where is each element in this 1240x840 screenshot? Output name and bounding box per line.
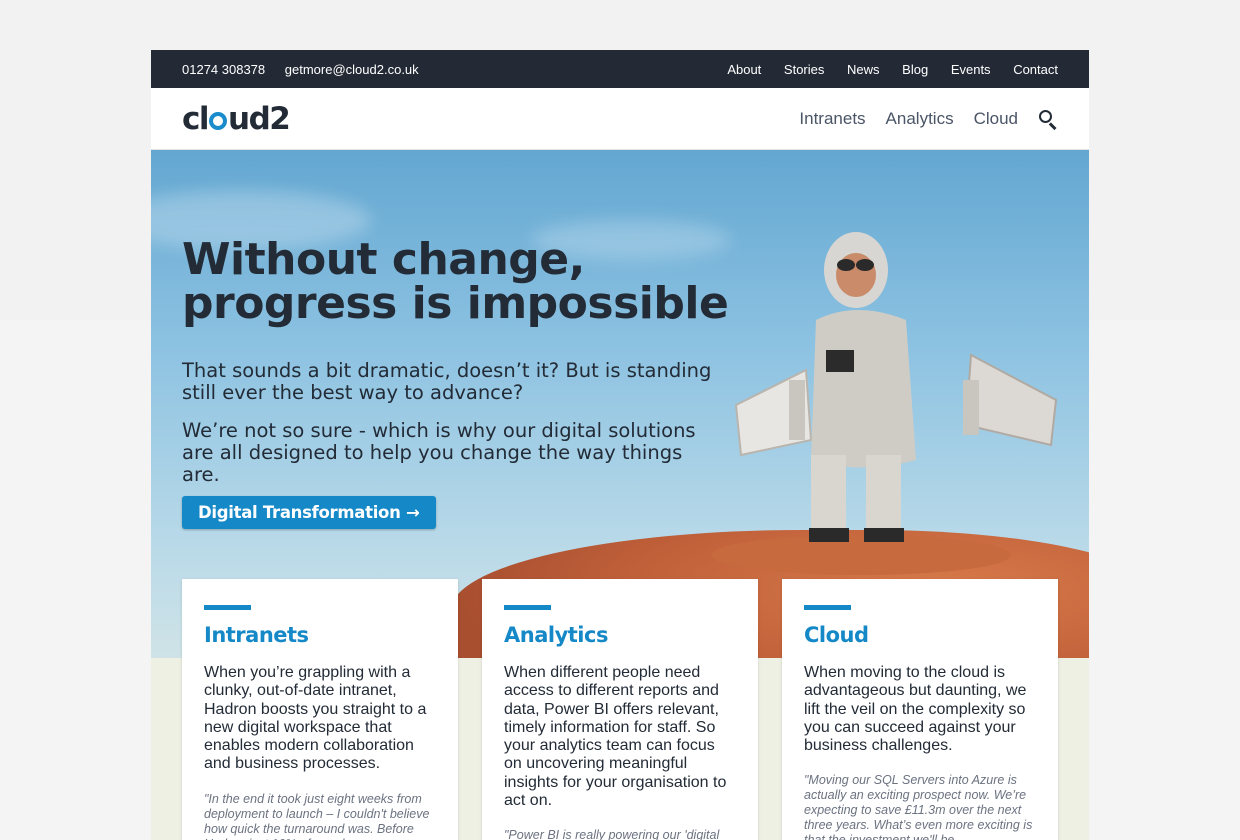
contact-info: 01274 308378 getmore@cloud2.co.uk bbox=[182, 62, 435, 77]
nav-analytics[interactable]: Analytics bbox=[886, 109, 954, 129]
hero-lead-2: We’re not so sure - which is why our dig… bbox=[182, 419, 696, 486]
hero-headline: Without change, progress is impossible bbox=[182, 238, 729, 329]
nav-stories[interactable]: Stories bbox=[784, 62, 824, 77]
website: 01274 308378 getmore@cloud2.co.uk About … bbox=[151, 50, 1089, 840]
main-nav: Intranets Analytics Cloud bbox=[779, 109, 1058, 130]
email-link[interactable]: getmore@cloud2.co.uk bbox=[285, 62, 419, 77]
search-icon[interactable] bbox=[1038, 109, 1058, 130]
search-icon-handle bbox=[1049, 121, 1057, 130]
search-icon-lens bbox=[1039, 109, 1052, 123]
card-cloud[interactable]: Cloud When moving to the cloud is advant… bbox=[782, 579, 1058, 840]
headline-line-2: progress is impossible bbox=[182, 278, 729, 329]
card-quote: "Power BI is really powering our 'digita… bbox=[504, 828, 720, 840]
phone-link[interactable]: 01274 308378 bbox=[182, 62, 265, 77]
card-title[interactable]: Analytics bbox=[504, 623, 736, 647]
nav-events[interactable]: Events bbox=[951, 62, 991, 77]
card-quote: "In the end it took just eight weeks fro… bbox=[204, 791, 430, 840]
card-body: When moving to the cloud is advantageous… bbox=[804, 664, 1027, 755]
utility-nav: About Stories News Blog Events Contact bbox=[708, 62, 1058, 77]
card-title[interactable]: Cloud bbox=[804, 623, 1036, 647]
service-cards: Intranets When you’re grappling with a c… bbox=[182, 579, 1058, 840]
digital-transformation-button[interactable]: Digital Transformation → bbox=[182, 496, 436, 529]
card-analytics[interactable]: Analytics When different people need acc… bbox=[482, 579, 758, 840]
top-bar: 01274 308378 getmore@cloud2.co.uk About … bbox=[151, 50, 1089, 88]
site-header: cl ud2 Intranets Analytics Cloud bbox=[151, 88, 1089, 150]
logo-ring-icon bbox=[209, 111, 228, 130]
nav-news[interactable]: News bbox=[847, 62, 880, 77]
card-quote: "Moving our SQL Servers into Azure is ac… bbox=[804, 773, 1033, 840]
nav-blog[interactable]: Blog bbox=[902, 62, 928, 77]
astronaut-child-illustration bbox=[734, 232, 1058, 542]
nav-contact[interactable]: Contact bbox=[1013, 62, 1058, 77]
logo-text-right: ud2 bbox=[228, 100, 291, 137]
card-body: When different people need access to dif… bbox=[504, 664, 727, 810]
card-accent-bar bbox=[804, 605, 851, 610]
card-accent-bar bbox=[204, 605, 251, 610]
cloud2-logo[interactable]: cl ud2 bbox=[182, 100, 291, 137]
nav-about[interactable]: About bbox=[727, 62, 761, 77]
card-title[interactable]: Intranets bbox=[204, 623, 436, 647]
nav-intranets[interactable]: Intranets bbox=[799, 109, 865, 129]
card-intranets[interactable]: Intranets When you’re grappling with a c… bbox=[182, 579, 458, 840]
card-body: When you’re grappling with a clunky, out… bbox=[204, 664, 427, 773]
hero-lead-1: That sounds a bit dramatic, doesn’t it? … bbox=[182, 359, 712, 404]
card-accent-bar bbox=[504, 605, 551, 610]
nav-cloud[interactable]: Cloud bbox=[974, 109, 1018, 129]
logo-text-left: cl bbox=[182, 100, 210, 137]
